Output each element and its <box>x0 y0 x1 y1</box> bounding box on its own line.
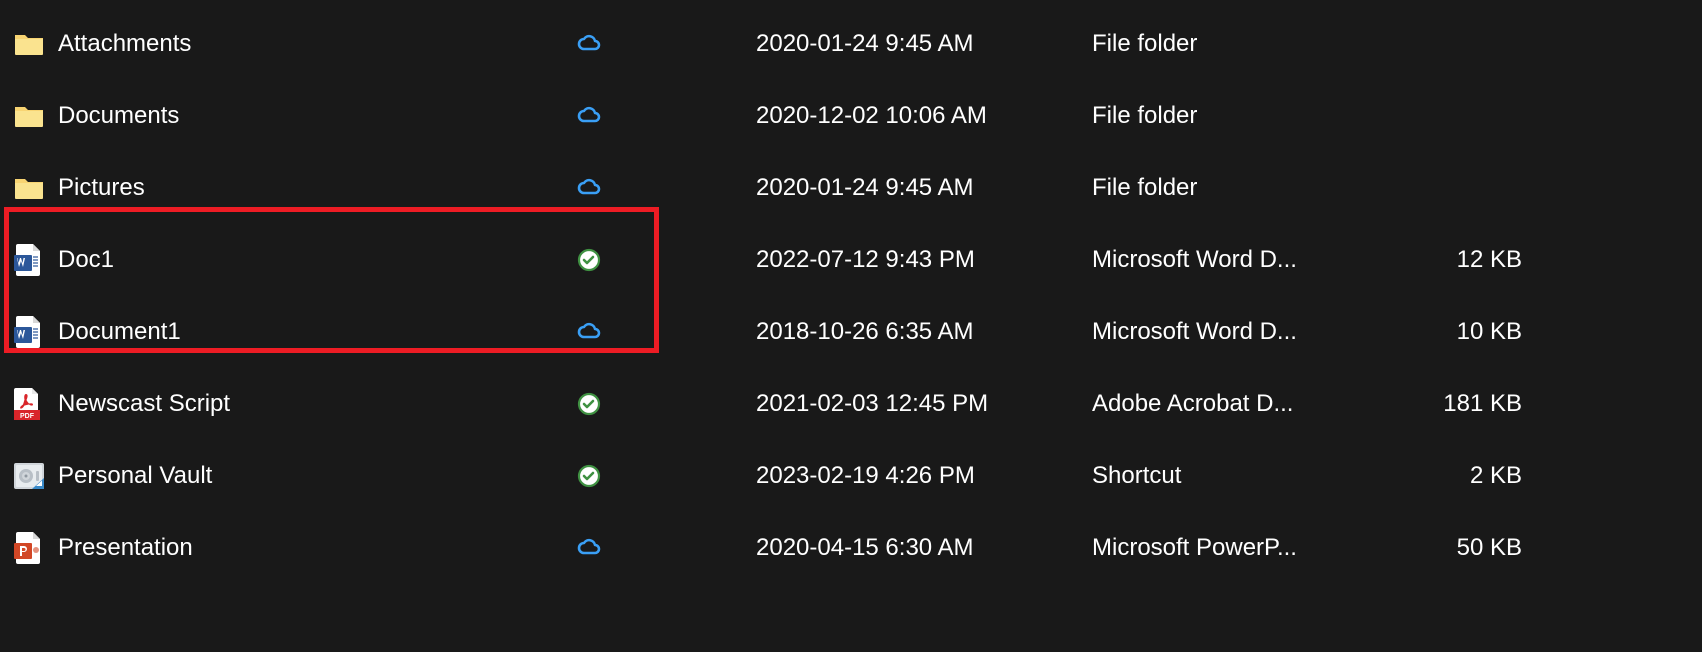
file-type-icon <box>14 316 58 348</box>
sync-status <box>576 535 756 561</box>
file-name: Presentation <box>58 534 576 562</box>
file-date: 2022-07-12 9:43 PM <box>756 246 1092 274</box>
file-date: 2023-02-19 4:26 PM <box>756 462 1092 490</box>
file-type: Microsoft Word D... <box>1092 318 1372 346</box>
sync-status <box>576 103 756 129</box>
cloud-status-icon <box>576 175 602 201</box>
file-type: Adobe Acrobat D... <box>1092 390 1372 418</box>
file-date: 2020-01-24 9:45 AM <box>756 30 1092 58</box>
file-name: Documents <box>58 102 576 130</box>
cloud-status-icon <box>576 319 602 345</box>
file-name: Newscast Script <box>58 390 576 418</box>
file-row[interactable]: Doc1 2022-07-12 9:43 PMMicrosoft Word D.… <box>0 224 1702 296</box>
file-row[interactable]: Presentation 2020-04-15 6:30 AMMicrosoft… <box>0 512 1702 584</box>
file-size: 2 KB <box>1372 462 1532 490</box>
file-type: Microsoft Word D... <box>1092 246 1372 274</box>
file-type: Microsoft PowerP... <box>1092 534 1372 562</box>
file-row[interactable]: Attachments 2020-01-24 9:45 AMFile folde… <box>0 8 1702 80</box>
file-type-icon <box>14 173 58 203</box>
file-type: File folder <box>1092 174 1372 202</box>
synced-status-icon <box>576 247 602 273</box>
sync-status <box>576 463 756 489</box>
file-row[interactable]: PDF Newscast Script 2021-02-03 12:45 PMA… <box>0 368 1702 440</box>
sync-status <box>576 391 756 417</box>
file-type: File folder <box>1092 30 1372 58</box>
file-name: Pictures <box>58 174 576 202</box>
file-row[interactable]: Pictures 2020-01-24 9:45 AMFile folder <box>0 152 1702 224</box>
sync-status <box>576 247 756 273</box>
file-size: 12 KB <box>1372 246 1532 274</box>
synced-status-icon <box>576 463 602 489</box>
synced-status-icon <box>576 391 602 417</box>
sync-status <box>576 319 756 345</box>
file-type-icon <box>14 244 58 276</box>
sync-status <box>576 31 756 57</box>
cloud-status-icon <box>576 31 602 57</box>
cloud-status-icon <box>576 103 602 129</box>
folder-icon <box>14 29 44 59</box>
file-type-icon <box>14 29 58 59</box>
file-type-icon <box>14 463 58 489</box>
file-date: 2020-12-02 10:06 AM <box>756 102 1092 130</box>
file-date: 2020-04-15 6:30 AM <box>756 534 1092 562</box>
pdf-file-icon: PDF <box>14 388 40 420</box>
file-date: 2020-01-24 9:45 AM <box>756 174 1092 202</box>
file-type: Shortcut <box>1092 462 1372 490</box>
powerpoint-file-icon <box>14 532 40 564</box>
file-type-icon <box>14 101 58 131</box>
file-row[interactable]: Personal Vault 2023-02-19 4:26 PMShortcu… <box>0 440 1702 512</box>
file-list: Attachments 2020-01-24 9:45 AMFile folde… <box>0 0 1702 584</box>
file-date: 2018-10-26 6:35 AM <box>756 318 1092 346</box>
svg-text:PDF: PDF <box>20 413 35 420</box>
word-file-icon <box>14 316 40 348</box>
folder-icon <box>14 173 44 203</box>
file-row[interactable]: Document1 2018-10-26 6:35 AMMicrosoft Wo… <box>0 296 1702 368</box>
file-size: 181 KB <box>1372 390 1532 418</box>
vault-icon <box>14 463 44 489</box>
file-type: File folder <box>1092 102 1372 130</box>
file-name: Doc1 <box>58 246 576 274</box>
file-row[interactable]: Documents 2020-12-02 10:06 AMFile folder <box>0 80 1702 152</box>
file-type-icon: PDF <box>14 388 58 420</box>
file-name: Personal Vault <box>58 462 576 490</box>
file-name: Document1 <box>58 318 576 346</box>
file-size: 10 KB <box>1372 318 1532 346</box>
sync-status <box>576 175 756 201</box>
folder-icon <box>14 101 44 131</box>
word-file-icon <box>14 244 40 276</box>
cloud-status-icon <box>576 535 602 561</box>
file-date: 2021-02-03 12:45 PM <box>756 390 1092 418</box>
file-type-icon <box>14 532 58 564</box>
file-size: 50 KB <box>1372 534 1532 562</box>
file-name: Attachments <box>58 30 576 58</box>
